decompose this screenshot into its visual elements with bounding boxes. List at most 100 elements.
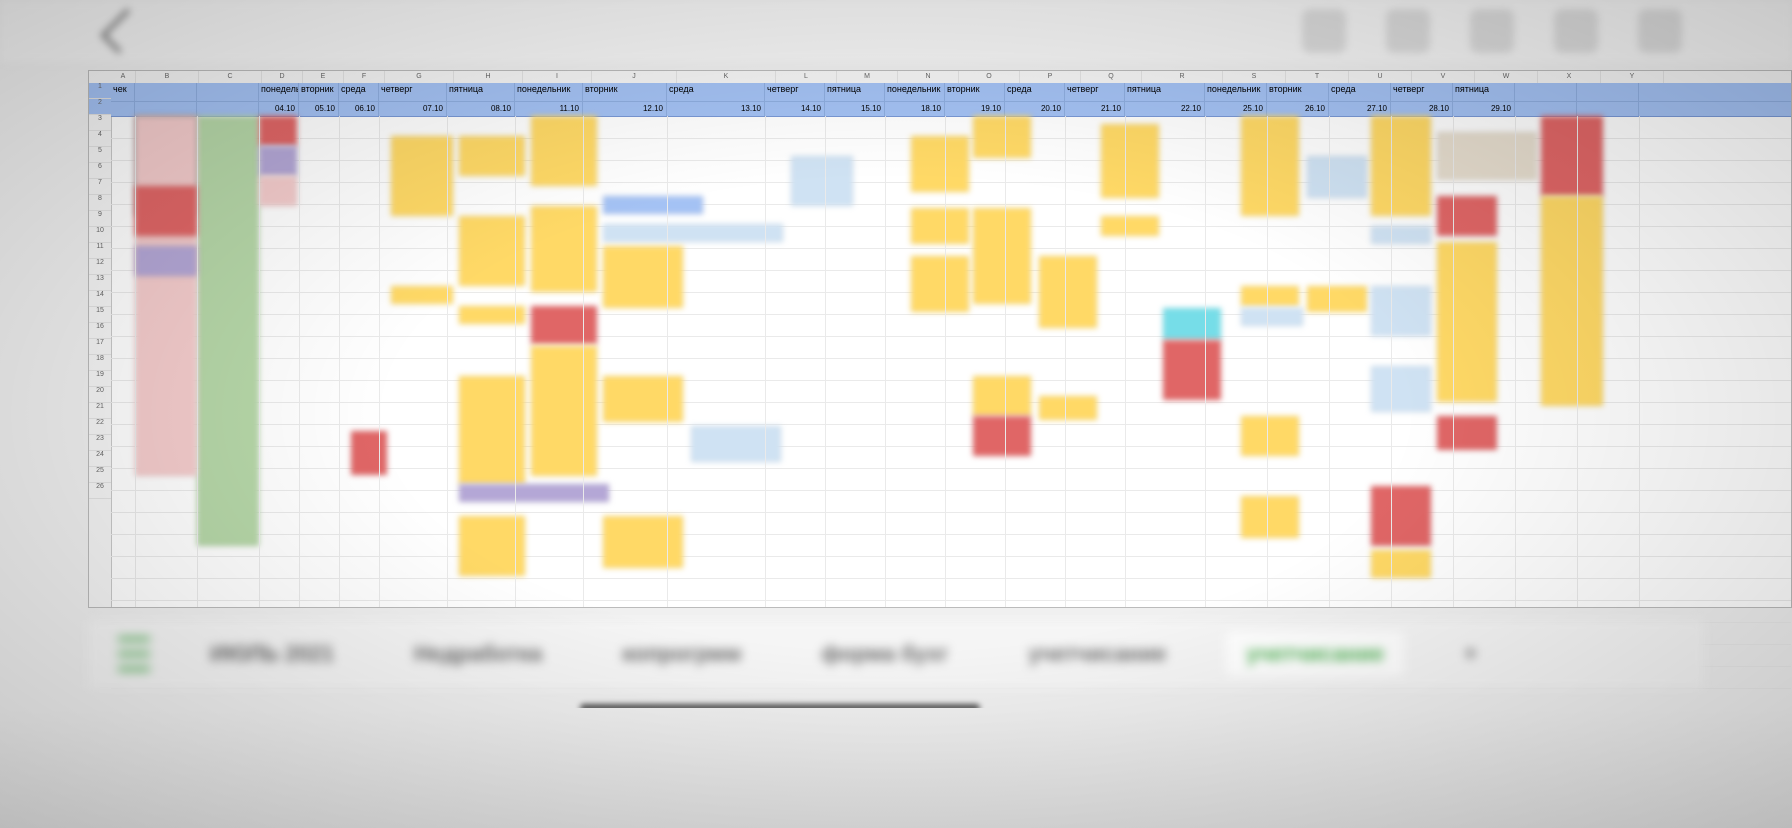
data-cell-block[interactable] xyxy=(135,246,197,276)
column-letter[interactable]: E xyxy=(303,71,344,83)
row-number[interactable]: 19 xyxy=(89,371,111,387)
data-cell-block[interactable] xyxy=(911,208,969,244)
data-cell-block[interactable] xyxy=(1307,156,1367,198)
data-cell-block[interactable] xyxy=(1241,308,1303,326)
column-letter[interactable]: F xyxy=(344,71,385,83)
row-number[interactable]: 1 xyxy=(89,83,111,99)
data-cell-block[interactable] xyxy=(135,186,197,236)
column-letter[interactable]: L xyxy=(776,71,837,83)
data-cell-block[interactable] xyxy=(603,224,783,242)
row-numbers-column[interactable]: 1234567891011121314151617181920212223242… xyxy=(89,83,112,607)
column-letter[interactable]: K xyxy=(677,71,776,83)
data-cell-block[interactable] xyxy=(459,484,609,502)
column-letter[interactable]: D xyxy=(262,71,303,83)
column-letter[interactable]: B xyxy=(136,71,199,83)
back-icon[interactable] xyxy=(100,8,145,53)
data-cell-block[interactable] xyxy=(1437,132,1537,180)
data-cell-block[interactable] xyxy=(1039,256,1097,328)
data-cell-block[interactable] xyxy=(1437,416,1497,450)
sheet-tab[interactable]: форма бухг xyxy=(801,632,968,676)
data-cell-block[interactable] xyxy=(1541,196,1603,406)
data-cell-block[interactable] xyxy=(259,116,297,146)
column-letter[interactable]: C xyxy=(199,71,262,83)
data-cell-block[interactable] xyxy=(197,116,259,546)
column-letter[interactable]: H xyxy=(454,71,523,83)
data-cell-block[interactable] xyxy=(259,146,297,176)
column-letter[interactable]: O xyxy=(959,71,1020,83)
data-cell-block[interactable] xyxy=(351,431,387,475)
data-cell-block[interactable] xyxy=(973,416,1031,456)
column-letter[interactable]: P xyxy=(1020,71,1081,83)
row-number[interactable]: 4 xyxy=(89,131,111,147)
row-number[interactable]: 11 xyxy=(89,243,111,259)
data-cell-block[interactable] xyxy=(1241,286,1299,306)
column-letter[interactable]: V xyxy=(1412,71,1475,83)
data-cell-block[interactable] xyxy=(973,376,1031,416)
data-cell-block[interactable] xyxy=(603,376,683,422)
share-icon[interactable] xyxy=(1470,9,1514,53)
row-number[interactable]: 13 xyxy=(89,275,111,291)
row-number[interactable]: 9 xyxy=(89,211,111,227)
data-cell-block[interactable] xyxy=(1163,340,1221,400)
row-number[interactable]: 18 xyxy=(89,355,111,371)
row-number[interactable]: 23 xyxy=(89,435,111,451)
data-cell-block[interactable] xyxy=(531,116,597,186)
data-cell-block[interactable] xyxy=(1101,216,1159,236)
data-cell-block[interactable] xyxy=(691,426,781,462)
row-number[interactable]: 6 xyxy=(89,163,111,179)
data-cell-block[interactable] xyxy=(1039,396,1097,420)
data-cell-block[interactable] xyxy=(1371,550,1431,578)
row-number[interactable]: 2 xyxy=(89,99,111,115)
data-cell-block[interactable] xyxy=(603,516,683,568)
data-cell-block[interactable] xyxy=(391,286,453,304)
more-icon[interactable] xyxy=(1638,9,1682,53)
data-cell-block[interactable] xyxy=(531,306,597,344)
row-number[interactable]: 16 xyxy=(89,323,111,339)
row-number[interactable]: 21 xyxy=(89,403,111,419)
data-cell-block[interactable] xyxy=(1437,196,1497,236)
data-cell-block[interactable] xyxy=(1371,486,1431,546)
spreadsheet[interactable]: ABCDEFGHIJKLMNOPQRSTUVWXY 12345678910111… xyxy=(88,70,1792,608)
data-cell-block[interactable] xyxy=(531,346,597,476)
row-number[interactable]: 25 xyxy=(89,467,111,483)
undo-icon[interactable] xyxy=(1302,9,1346,53)
data-cell-block[interactable] xyxy=(259,176,297,206)
data-cell-block[interactable] xyxy=(1371,366,1431,412)
data-cell-block[interactable] xyxy=(791,156,853,206)
row-number[interactable]: 17 xyxy=(89,339,111,355)
sheet-tab[interactable]: учетчисание xyxy=(1009,632,1187,676)
data-cell-block[interactable] xyxy=(603,196,703,214)
data-cell-block[interactable] xyxy=(1163,308,1221,340)
add-sheet-button[interactable]: + xyxy=(1444,632,1497,676)
row-number[interactable]: 8 xyxy=(89,195,111,211)
data-cell-block[interactable] xyxy=(973,208,1031,304)
column-letter[interactable]: Y xyxy=(1601,71,1664,83)
row-number[interactable]: 10 xyxy=(89,227,111,243)
column-letter[interactable]: T xyxy=(1286,71,1349,83)
column-letter[interactable]: N xyxy=(898,71,959,83)
column-letter[interactable]: S xyxy=(1223,71,1286,83)
column-letter[interactable]: M xyxy=(837,71,898,83)
data-cell-block[interactable] xyxy=(1101,124,1159,198)
column-letter[interactable]: X xyxy=(1538,71,1601,83)
data-cell-block[interactable] xyxy=(603,246,683,308)
row-number[interactable]: 7 xyxy=(89,179,111,195)
data-cell-block[interactable] xyxy=(1541,116,1603,196)
data-cell-block[interactable] xyxy=(1241,416,1299,456)
row-number[interactable]: 20 xyxy=(89,387,111,403)
data-cell-block[interactable] xyxy=(973,116,1031,158)
row-number[interactable]: 15 xyxy=(89,307,111,323)
row-number[interactable]: 14 xyxy=(89,291,111,307)
data-cell-block[interactable] xyxy=(1371,286,1431,336)
data-cell-block[interactable] xyxy=(135,116,197,476)
column-letter[interactable]: J xyxy=(592,71,677,83)
data-cell-block[interactable] xyxy=(1307,286,1367,312)
sheet-tab[interactable]: ИЮЛЬ 2021 xyxy=(190,632,354,676)
row-number[interactable]: 22 xyxy=(89,419,111,435)
column-letter[interactable]: W xyxy=(1475,71,1538,83)
row-number[interactable]: 12 xyxy=(89,259,111,275)
data-cell-block[interactable] xyxy=(1371,116,1431,216)
row-number[interactable]: 3 xyxy=(89,115,111,131)
data-cell-block[interactable] xyxy=(1241,496,1299,538)
data-cell-block[interactable] xyxy=(1437,242,1497,402)
